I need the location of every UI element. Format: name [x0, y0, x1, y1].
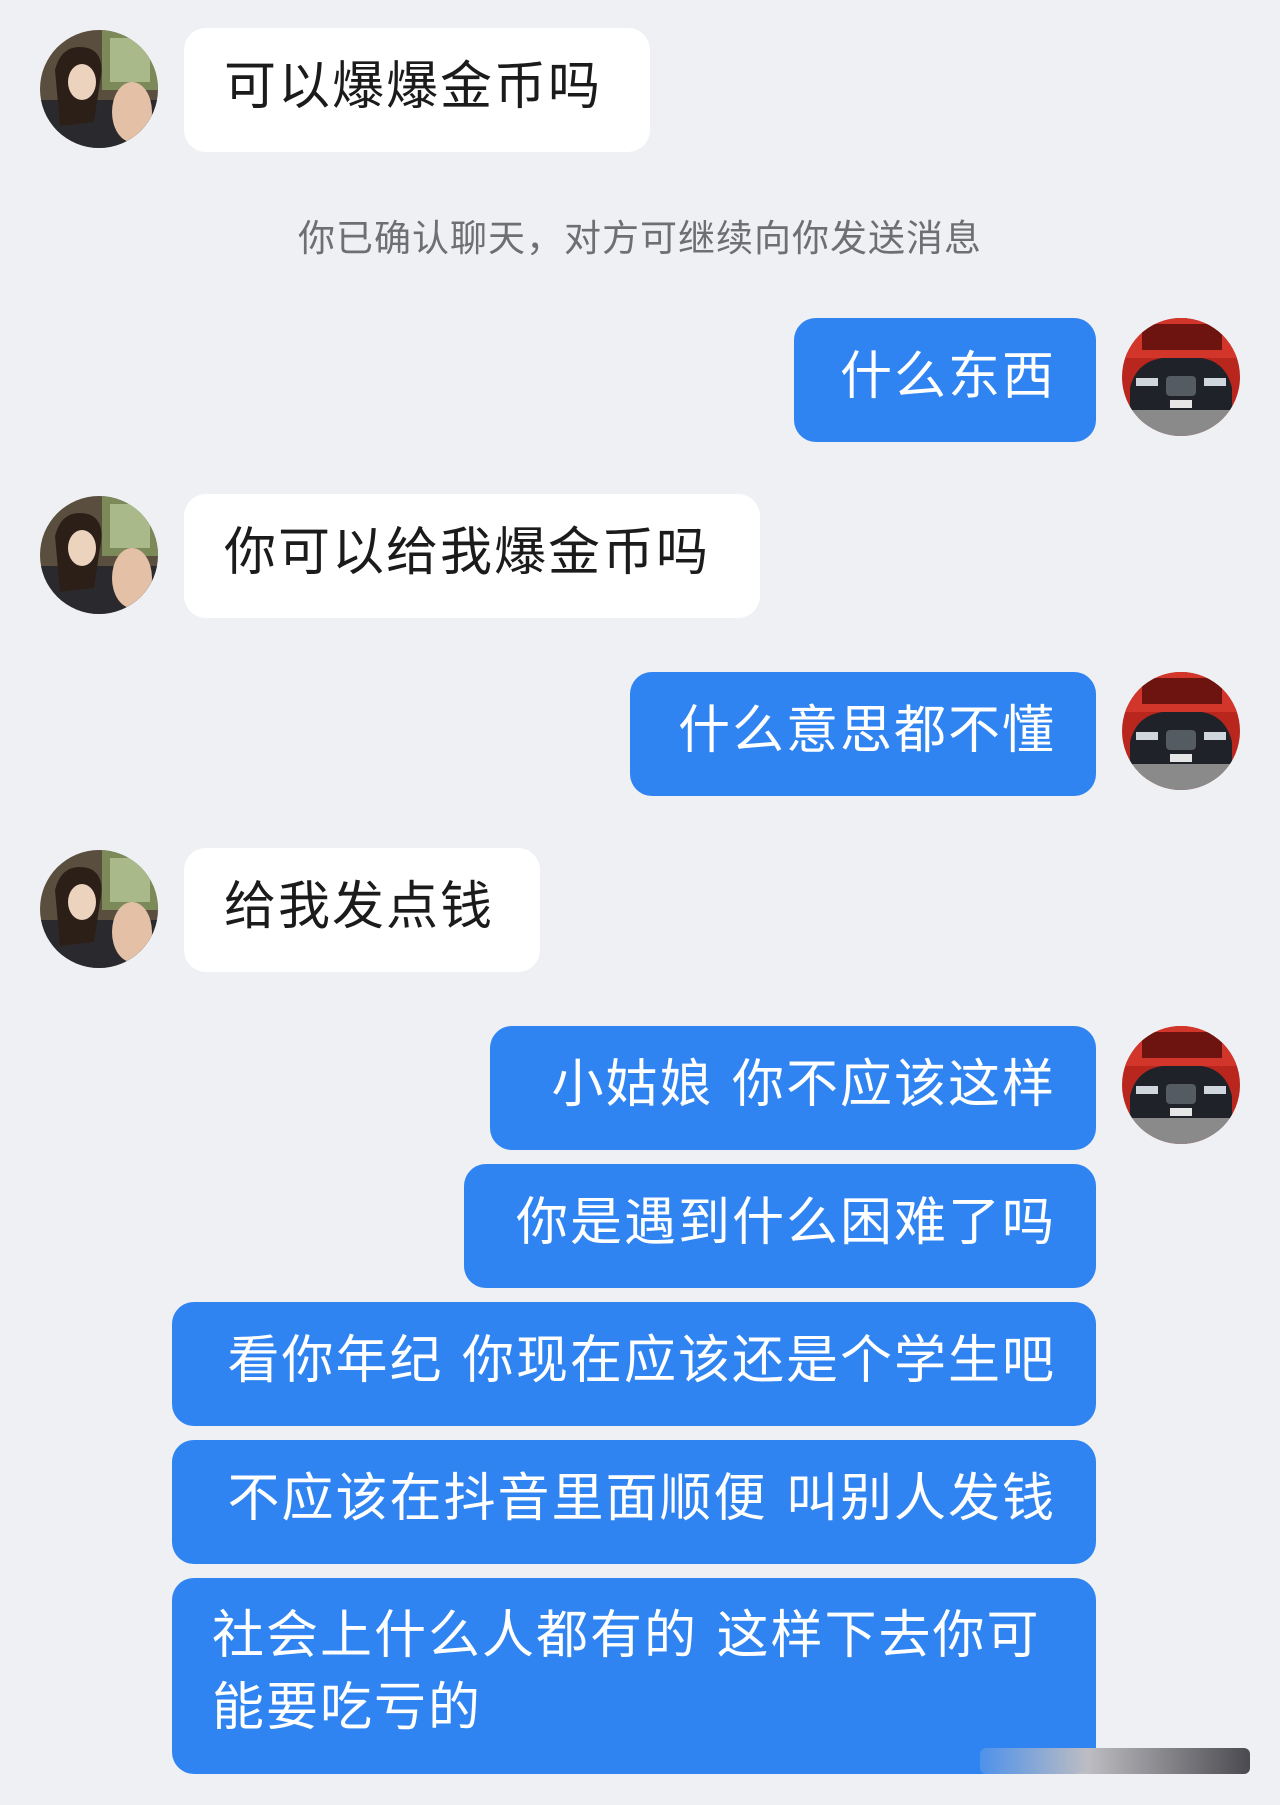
- message-bubble-incoming[interactable]: 可以爆爆金币吗: [184, 28, 650, 152]
- message-bubble-incoming[interactable]: 你可以给我爆金币吗: [184, 494, 760, 618]
- car-photo-icon: [1122, 318, 1240, 436]
- self-avatar[interactable]: [1122, 672, 1240, 790]
- message-bubble-outgoing[interactable]: 不应该在抖音里面顺便 叫别人发钱: [172, 1440, 1096, 1564]
- message-text: 小姑娘 你不应该这样: [551, 1055, 1056, 1115]
- car-photo-icon: [1122, 1026, 1240, 1144]
- chat-confirmed-notice: 你已确认聊天，对方可继续向你发送消息: [298, 217, 982, 260]
- self-avatar[interactable]: [1122, 318, 1240, 436]
- message-text: 什么东西: [839, 347, 1056, 407]
- car-photo-icon: [1122, 672, 1240, 790]
- self-avatar[interactable]: [1122, 1026, 1240, 1144]
- contact-avatar[interactable]: [40, 496, 158, 614]
- message-bubble-outgoing[interactable]: 看你年纪 你现在应该还是个学生吧: [172, 1302, 1096, 1426]
- message-bubble-outgoing[interactable]: 什么东西: [794, 318, 1096, 442]
- girl-photo-icon: [40, 850, 158, 968]
- message-text: 看你年纪 你现在应该还是个学生吧: [227, 1331, 1056, 1391]
- message-bubble-incoming[interactable]: 给我发点钱: [184, 848, 540, 972]
- message-text: 你是遇到什么困难了吗: [515, 1193, 1056, 1253]
- home-indicator-bar[interactable]: [980, 1748, 1250, 1774]
- contact-avatar[interactable]: [40, 30, 158, 148]
- message-text: 社会上什么人都有的 这样下去你可能要吃亏的: [212, 1606, 1041, 1738]
- girl-photo-icon: [40, 30, 158, 148]
- girl-photo-icon: [40, 496, 158, 614]
- message-bubble-outgoing[interactable]: 小姑娘 你不应该这样: [490, 1026, 1096, 1150]
- message-bubble-outgoing[interactable]: 什么意思都不懂: [630, 672, 1096, 796]
- message-text: 你可以给我爆金币吗: [224, 523, 711, 583]
- message-text: 什么意思都不懂: [677, 701, 1056, 761]
- message-bubble-outgoing[interactable]: 你是遇到什么困难了吗: [464, 1164, 1096, 1288]
- message-text: 不应该在抖音里面顺便 叫别人发钱: [227, 1469, 1056, 1529]
- message-text: 可以爆爆金币吗: [224, 57, 603, 117]
- contact-avatar[interactable]: [40, 850, 158, 968]
- message-text: 给我发点钱: [224, 877, 495, 937]
- message-bubble-outgoing[interactable]: 社会上什么人都有的 这样下去你可能要吃亏的: [172, 1578, 1096, 1774]
